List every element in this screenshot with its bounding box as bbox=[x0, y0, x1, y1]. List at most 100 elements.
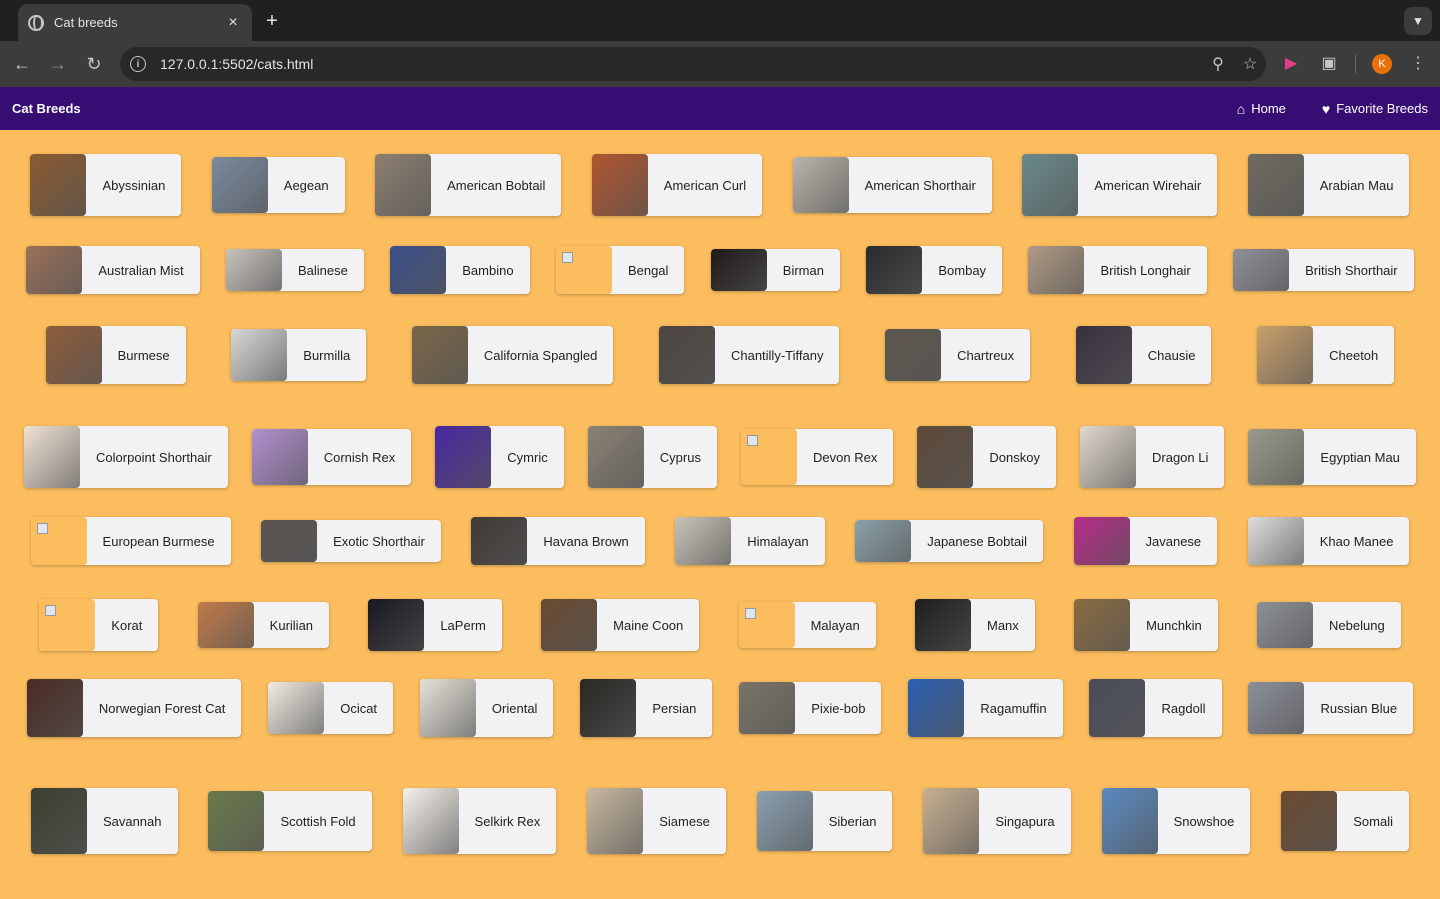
breed-photo bbox=[375, 154, 432, 216]
breed-name: Nebelung bbox=[1329, 617, 1385, 633]
breed-card[interactable]: Cheetoh bbox=[1257, 326, 1395, 384]
breed-card[interactable]: Egyptian Mau bbox=[1248, 429, 1416, 485]
breed-card[interactable]: Burmilla bbox=[231, 329, 367, 381]
browser-menu-icon[interactable]: ⋮ bbox=[1407, 53, 1429, 75]
breed-photo bbox=[855, 520, 912, 562]
breed-card[interactable]: Exotic Shorthair bbox=[261, 520, 441, 562]
breed-card[interactable]: Dragon Li bbox=[1080, 426, 1225, 488]
new-tab-button[interactable]: + bbox=[262, 10, 282, 33]
zoom-icon[interactable]: ⚲ bbox=[1202, 54, 1234, 74]
breed-card[interactable]: Japanese Bobtail bbox=[855, 520, 1043, 562]
breed-card[interactable]: Somali bbox=[1281, 791, 1409, 851]
breed-photo bbox=[390, 246, 447, 294]
breed-photo bbox=[1248, 429, 1305, 485]
nav-home-link[interactable]: ⌂ Home bbox=[1237, 101, 1286, 117]
breed-photo bbox=[1089, 679, 1146, 737]
breed-card[interactable]: Selkirk Rex bbox=[402, 788, 557, 854]
breed-name: Maine Coon bbox=[613, 617, 684, 633]
breed-card[interactable]: Oriental bbox=[419, 679, 554, 737]
breed-card[interactable]: Abyssinian bbox=[30, 154, 182, 216]
breed-card[interactable]: Ocicat bbox=[268, 682, 394, 734]
breed-card[interactable]: Ragamuffin bbox=[908, 679, 1063, 737]
breed-photo bbox=[24, 426, 81, 488]
breed-card[interactable]: Burmese bbox=[45, 326, 186, 384]
breed-name: Norwegian Forest Cat bbox=[98, 700, 226, 716]
breed-name: Colorpoint Shorthair bbox=[96, 449, 212, 465]
breed-card[interactable]: Nebelung bbox=[1257, 602, 1401, 648]
breed-card[interactable]: Malayan bbox=[738, 602, 876, 648]
breed-card[interactable]: Cyprus bbox=[587, 426, 717, 488]
breed-name: American Shorthair bbox=[864, 177, 976, 193]
breed-photo bbox=[675, 517, 732, 565]
tab-close-icon[interactable]: × bbox=[224, 14, 242, 32]
breed-card[interactable]: Havana Brown bbox=[471, 517, 645, 565]
breed-card[interactable]: Bambino bbox=[390, 246, 530, 294]
breed-photo bbox=[251, 429, 308, 485]
profile-avatar[interactable]: K bbox=[1372, 54, 1392, 74]
breed-photo bbox=[411, 326, 468, 384]
breed-row: Abyssinian Aegean American Bobtail American… bbox=[0, 152, 1440, 218]
breed-card[interactable]: Aegean bbox=[211, 157, 345, 213]
breed-card[interactable]: LaPerm bbox=[368, 599, 502, 651]
site-info-icon[interactable]: i bbox=[130, 56, 146, 72]
breed-card[interactable]: British Shorthair bbox=[1233, 249, 1414, 291]
address-bar[interactable]: i 127.0.0.1:5502/cats.html ⚲ ☆ bbox=[120, 47, 1266, 81]
breed-card[interactable]: Persian bbox=[580, 679, 713, 737]
breed-card[interactable]: Khao Manee bbox=[1247, 517, 1410, 565]
breed-photo bbox=[917, 426, 974, 488]
breed-card[interactable]: Javanese bbox=[1073, 517, 1218, 565]
breed-card[interactable]: American Bobtail bbox=[375, 154, 562, 216]
breed-card[interactable]: Australian Mist bbox=[26, 246, 200, 294]
breed-card[interactable]: Savannah bbox=[30, 788, 178, 854]
breed-card[interactable]: Colorpoint Shorthair bbox=[24, 426, 228, 488]
breed-card[interactable]: Devon Rex bbox=[741, 429, 894, 485]
breed-card[interactable]: Bengal bbox=[555, 246, 685, 294]
breed-card[interactable]: Ragdoll bbox=[1089, 679, 1222, 737]
breed-card[interactable]: American Wirehair bbox=[1022, 154, 1218, 216]
breed-card[interactable]: Pixie-bob bbox=[739, 682, 882, 734]
breed-card[interactable]: Russian Blue bbox=[1248, 682, 1414, 734]
bookmark-star-icon[interactable]: ☆ bbox=[1234, 54, 1266, 74]
breed-card[interactable]: Maine Coon bbox=[541, 599, 700, 651]
breed-card[interactable]: Munchkin bbox=[1074, 599, 1218, 651]
browser-tab[interactable]: Cat breeds × bbox=[18, 4, 252, 41]
breed-card[interactable]: Balinese bbox=[226, 249, 364, 291]
breed-card[interactable]: Chantilly-Tiffany bbox=[658, 326, 840, 384]
breed-card[interactable]: European Burmese bbox=[30, 517, 231, 565]
breed-name: Egyptian Mau bbox=[1320, 449, 1400, 465]
breed-card[interactable]: Kurilian bbox=[197, 602, 330, 648]
breed-card[interactable]: Chausie bbox=[1075, 326, 1212, 384]
breed-name: Singapura bbox=[995, 813, 1055, 829]
breed-card[interactable]: Bombay bbox=[866, 246, 1003, 294]
breed-card[interactable]: Donskoy bbox=[917, 426, 1056, 488]
url-text[interactable]: 127.0.0.1:5502/cats.html bbox=[160, 56, 1202, 72]
breed-card[interactable]: Korat bbox=[39, 599, 159, 651]
extensions-puzzle-icon[interactable]: ▣ bbox=[1318, 53, 1340, 75]
extension-record-icon[interactable]: ▶ bbox=[1280, 53, 1302, 75]
nav-favorites-link[interactable]: ♥ Favorite Breeds bbox=[1322, 101, 1428, 117]
breed-card[interactable]: Cornish Rex bbox=[251, 429, 412, 485]
breed-card[interactable]: Birman bbox=[710, 249, 840, 291]
forward-arrow-icon[interactable]: → bbox=[46, 52, 70, 76]
breed-card[interactable]: Scottish Fold bbox=[208, 791, 372, 851]
brand-title[interactable]: Cat Breeds bbox=[12, 101, 81, 116]
breed-card[interactable]: Norwegian Forest Cat bbox=[26, 679, 242, 737]
breed-card[interactable]: Himalayan bbox=[675, 517, 825, 565]
breed-card[interactable]: Singapura bbox=[923, 788, 1071, 854]
breed-card[interactable]: American Shorthair bbox=[792, 157, 992, 213]
breed-card[interactable]: Cymric bbox=[435, 426, 564, 488]
breed-card[interactable]: Chartreux bbox=[885, 329, 1031, 381]
breed-card[interactable]: American Curl bbox=[591, 154, 763, 216]
reload-icon[interactable]: ↻ bbox=[82, 52, 106, 76]
breed-card[interactable]: Siberian bbox=[756, 791, 893, 851]
back-arrow-icon[interactable]: ← bbox=[10, 52, 34, 76]
tab-search-chevron-icon[interactable]: ▼ bbox=[1404, 7, 1432, 35]
breed-card[interactable]: Siamese bbox=[587, 788, 726, 854]
breed-card[interactable]: Manx bbox=[915, 599, 1035, 651]
breed-row: Burmese Burmilla California Spangled Chanti… bbox=[0, 324, 1440, 386]
breed-card[interactable]: Arabian Mau bbox=[1247, 154, 1410, 216]
breed-card[interactable]: California Spangled bbox=[411, 326, 614, 384]
globe-icon bbox=[28, 14, 44, 31]
breed-card[interactable]: British Longhair bbox=[1028, 246, 1207, 294]
breed-card[interactable]: Snowshoe bbox=[1101, 788, 1251, 854]
